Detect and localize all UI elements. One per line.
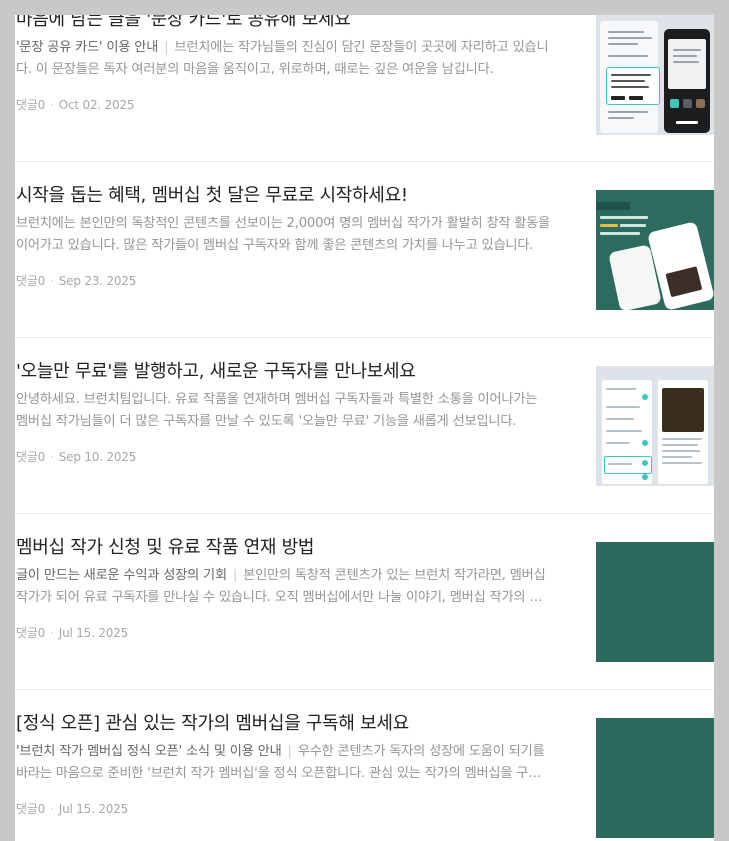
post-meta: 댓글0 · Oct 02. 2025: [16, 96, 551, 113]
thumb-label-icon: ·: [682, 17, 684, 23]
post-thumbnail-green-cover[interactable]: [596, 718, 714, 838]
list-item[interactable]: 마음에 남는 글을 '문장 카드'로 공유해 보세요 '문장 공유 카드' 이용…: [15, 15, 714, 162]
promo-badge: [596, 202, 630, 210]
meta-dot: ·: [50, 802, 54, 816]
divider: |: [232, 568, 238, 583]
post-meta: 댓글0 · Jul 15. 2025: [16, 800, 551, 817]
promo-text-line: [620, 224, 646, 227]
divider: |: [287, 744, 292, 759]
post-title[interactable]: [정식 오픈] 관심 있는 작가의 멤버십을 구독해 보세요: [16, 711, 551, 737]
phone-screen-image: [600, 21, 660, 133]
post-text: 멤버십 작가 신청 및 유료 작품 연재 방법 글이 만드는 새로운 수익과 성…: [16, 535, 551, 641]
post-meta: 댓글0 · Sep 10. 2025: [16, 448, 551, 465]
phone-screen-image: [664, 29, 710, 133]
list-item[interactable]: 멤버십 작가 신청 및 유료 작품 연재 방법 글이 만드는 새로운 수익과 성…: [15, 514, 714, 690]
comment-count: 댓글0: [16, 626, 46, 640]
post-text: [정식 오픈] 관심 있는 작가의 멤버십을 구독해 보세요 '브런치 작가 멤…: [16, 711, 551, 817]
post-thumbnail-green-cover[interactable]: [596, 542, 714, 662]
post-list: 마음에 남는 글을 '문장 카드'로 공유해 보세요 '문장 공유 카드' 이용…: [15, 15, 714, 841]
post-text: '오늘만 무료'를 발행하고, 새로운 구독자를 만나보세요 안녕하세요. 브런…: [16, 359, 551, 465]
comment-count: 댓글0: [16, 802, 46, 816]
post-excerpt[interactable]: '문장 공유 카드' 이용 안내 | 브런치에는 작가님들의 진심이 담긴 문장들이…: [16, 37, 551, 81]
post-subtitle: 글이 만드는 새로운 수익과 성장의 기회: [16, 568, 227, 583]
list-item[interactable]: 시작을 돕는 혜택, 멤버십 첫 달은 무료로 시작하세요! 브런치에는 본인만…: [15, 162, 714, 338]
notice-list-page: 마음에 남는 글을 '문장 카드'로 공유해 보세요 '문장 공유 카드' 이용…: [15, 15, 714, 841]
meta-dot: ·: [50, 626, 54, 640]
post-meta: 댓글0 · Jul 15. 2025: [16, 624, 551, 641]
post-thumbnail-membership-promo[interactable]: [596, 190, 714, 310]
meta-dot: ·: [50, 98, 54, 112]
post-thumbnail-free-today-settings[interactable]: [596, 366, 714, 486]
promo-text-line: [600, 232, 640, 235]
post-excerpt[interactable]: '브런치 작가 멤버십 정식 오픈' 소식 및 이용 안내 | 우수한 콘텐츠가 독…: [16, 741, 551, 785]
post-meta: 댓글0 · Sep 23. 2025: [16, 272, 551, 289]
comment-count: 댓글0: [16, 98, 46, 112]
list-item[interactable]: '오늘만 무료'를 발행하고, 새로운 구독자를 만나보세요 안녕하세요. 브런…: [15, 338, 714, 514]
meta-dot: ·: [50, 274, 54, 288]
post-excerpt-text: 안녕하세요. 브런치팀입니다. 유료 작품을 연재하며 멤버십 구독자들과 특별…: [16, 392, 538, 429]
promo-text-line: [600, 224, 618, 227]
post-date: Sep 23. 2025: [58, 274, 137, 288]
comment-count: 댓글0: [16, 450, 46, 464]
post-text: 마음에 남는 글을 '문장 카드'로 공유해 보세요 '문장 공유 카드' 이용…: [16, 15, 551, 113]
post-subtitle: '브런치 작가 멤버십 정식 오픈' 소식 및 이용 안내: [16, 744, 282, 759]
meta-dot: ·: [50, 450, 54, 464]
settings-screen-image: [602, 380, 652, 484]
post-title[interactable]: 멤버십 작가 신청 및 유료 작품 연재 방법: [16, 535, 551, 561]
post-subtitle: '문장 공유 카드' 이용 안내: [16, 40, 159, 55]
preview-screen-image: [658, 380, 708, 484]
post-date: Sep 10. 2025: [58, 450, 137, 464]
post-text: 시작을 돕는 혜택, 멤버십 첫 달은 무료로 시작하세요! 브런치에는 본인만…: [16, 183, 551, 289]
promo-text-line: [600, 216, 648, 219]
post-thumbnail-sentence-card[interactable]: · ·: [596, 15, 714, 135]
post-date: Oct 02. 2025: [58, 98, 135, 112]
post-title[interactable]: 시작을 돕는 혜택, 멤버십 첫 달은 무료로 시작하세요!: [16, 183, 551, 209]
post-date: Jul 15. 2025: [58, 626, 129, 640]
list-item[interactable]: [정식 오픈] 관심 있는 작가의 멤버십을 구독해 보세요 '브런치 작가 멤…: [15, 690, 714, 841]
post-title[interactable]: 마음에 남는 글을 '문장 카드'로 공유해 보세요: [16, 15, 551, 33]
post-date: Jul 15. 2025: [58, 802, 129, 816]
post-excerpt[interactable]: 안녕하세요. 브런치팀입니다. 유료 작품을 연재하며 멤버십 구독자들과 특별…: [16, 389, 551, 433]
post-excerpt[interactable]: 글이 만드는 새로운 수익과 성장의 기회 | 본인만의 독창적 콘텐츠가 있는 브…: [16, 565, 551, 609]
divider: |: [164, 40, 169, 55]
post-excerpt[interactable]: 브런치에는 본인만의 독창적인 콘텐츠를 선보이는 2,000여 명의 멤버십 …: [16, 213, 551, 257]
comment-count: 댓글0: [16, 274, 46, 288]
post-excerpt-text: 브런치에는 본인만의 독창적인 콘텐츠를 선보이는 2,000여 명의 멤버십 …: [16, 216, 551, 253]
post-title[interactable]: '오늘만 무료'를 발행하고, 새로운 구독자를 만나보세요: [16, 359, 551, 385]
